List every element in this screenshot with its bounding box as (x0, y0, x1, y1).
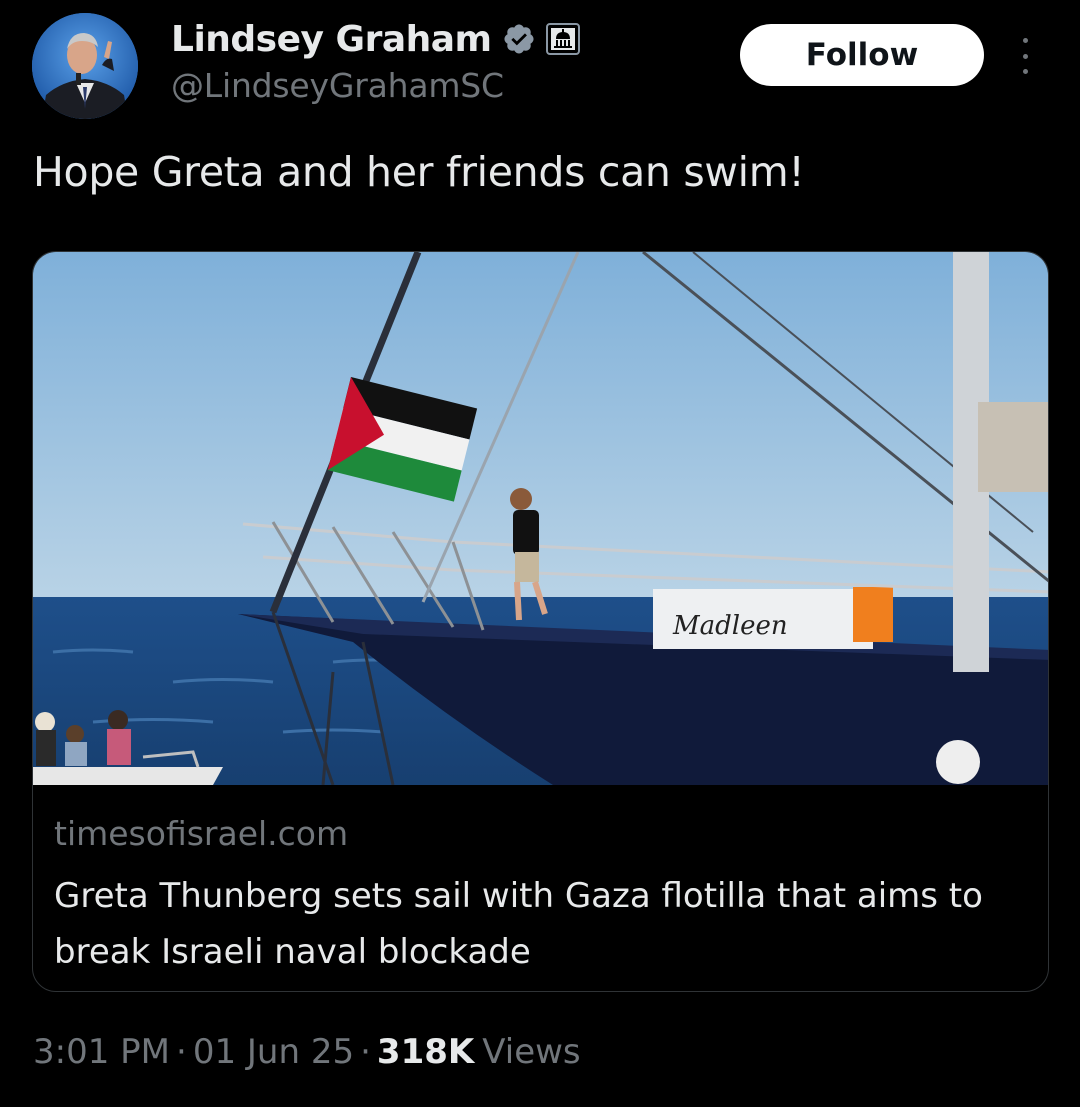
government-building-icon (545, 23, 582, 55)
avatar[interactable] (32, 13, 138, 119)
meta-separator: · (360, 1032, 371, 1072)
tweet: Lindsey Graham @LindseyGrahamSC Follow H… (0, 0, 1080, 1107)
views-count[interactable]: 318K (377, 1032, 474, 1072)
meta-separator: · (176, 1032, 187, 1072)
follow-button[interactable]: Follow (740, 24, 984, 86)
link-card-title: Greta Thunberg sets sail with Gaza floti… (54, 876, 983, 972)
link-preview-image: Madleen (33, 252, 1048, 785)
more-dot (1022, 69, 1028, 74)
author-name-row: Lindsey Graham (171, 14, 582, 64)
author-display-name[interactable]: Lindsey Graham (171, 19, 492, 60)
link-card-domain: timesofisrael.com (54, 814, 349, 853)
link-preview-card[interactable]: Madleen timesofisrael.com Greta Thunberg… (32, 251, 1049, 992)
verified-badge-icon (502, 22, 536, 56)
more-vertical-icon[interactable] (1010, 36, 1040, 76)
views-label: Views (482, 1032, 581, 1072)
tweet-meta: 3:01 PM · 01 Jun 25 · 318K Views (33, 1032, 581, 1072)
tweet-date[interactable]: 01 Jun 25 (193, 1032, 354, 1072)
author-handle[interactable]: @LindseyGrahamSC (171, 66, 504, 105)
more-dot (1022, 38, 1028, 43)
tweet-time[interactable]: 3:01 PM (33, 1032, 170, 1072)
tweet-text: Hope Greta and her friends can swim! (33, 148, 805, 196)
avatar-photo (32, 13, 138, 119)
boat-name-label: Madleen (672, 611, 788, 641)
more-dot (1022, 53, 1028, 59)
